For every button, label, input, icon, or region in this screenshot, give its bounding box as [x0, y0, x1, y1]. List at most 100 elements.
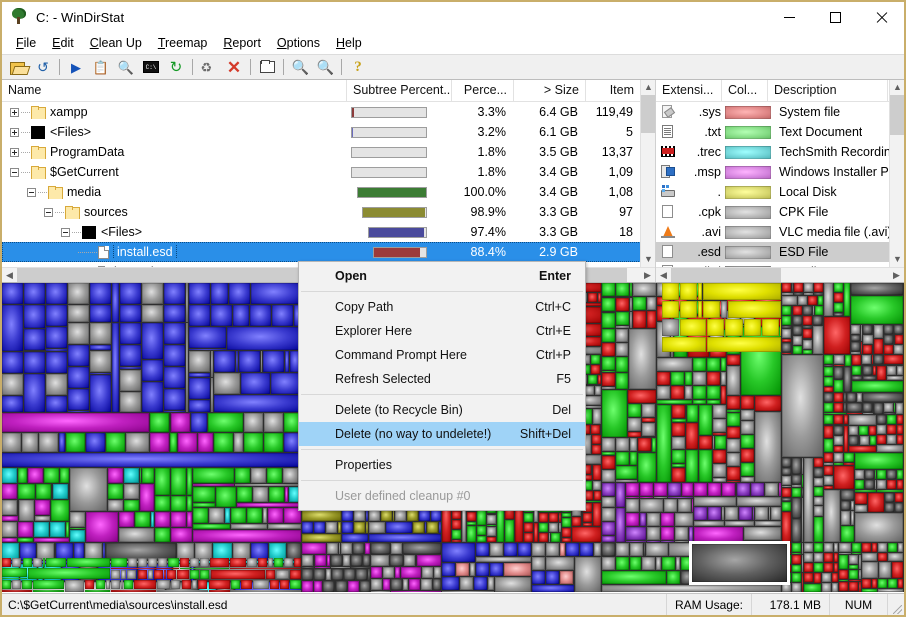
treemap-block[interactable]: [895, 335, 903, 344]
treemap-block[interactable]: [124, 484, 139, 499]
treemap-block[interactable]: [433, 579, 441, 590]
treemap-block[interactable]: [657, 358, 692, 371]
treemap-block[interactable]: [189, 349, 226, 350]
treemap-block[interactable]: [86, 512, 118, 542]
treemap-block[interactable]: [616, 543, 629, 556]
treemap-block[interactable]: [602, 483, 615, 496]
treemap-block[interactable]: [2, 352, 23, 373]
treemap-block[interactable]: [193, 508, 208, 523]
treemap-block[interactable]: [844, 393, 846, 402]
treemap-block[interactable]: [844, 367, 851, 392]
treemap-block[interactable]: [897, 415, 903, 424]
treemap-block[interactable]: [283, 468, 298, 483]
treemap-block[interactable]: [862, 355, 871, 364]
treemap-block[interactable]: [369, 534, 441, 542]
treemap-block[interactable]: [737, 497, 781, 506]
treemap-block[interactable]: [727, 355, 740, 365]
treemap-block[interactable]: [264, 433, 283, 452]
treemap-block[interactable]: [782, 343, 791, 352]
treemap-block[interactable]: [782, 488, 791, 497]
treemap-block[interactable]: [680, 283, 697, 300]
treemap-block[interactable]: [602, 452, 615, 455]
treemap-block[interactable]: [371, 591, 390, 592]
treemap-block[interactable]: [90, 373, 111, 374]
treemap-block[interactable]: [602, 390, 627, 437]
treemap-block[interactable]: [593, 465, 601, 480]
treemap-block[interactable]: [794, 283, 803, 292]
menu-file[interactable]: File: [8, 34, 44, 52]
treemap-block[interactable]: [782, 476, 791, 485]
treemap-block[interactable]: [667, 571, 680, 584]
treemap-block[interactable]: [119, 512, 134, 527]
treemap-block[interactable]: [583, 523, 592, 526]
treemap-block[interactable]: [360, 581, 370, 592]
treemap-block[interactable]: [193, 487, 215, 502]
treemap-block[interactable]: [672, 419, 686, 422]
tree-vertical-scrollbar[interactable]: ▲ ▼: [640, 80, 655, 267]
treemap-block[interactable]: [824, 463, 833, 465]
treemap-block[interactable]: [647, 297, 656, 310]
treemap-block[interactable]: [290, 580, 301, 589]
treemap-block[interactable]: [703, 283, 781, 300]
treemap-block[interactable]: [524, 533, 533, 542]
treemap-block[interactable]: [847, 403, 862, 412]
treemap-block[interactable]: [898, 543, 903, 552]
treemap-block[interactable]: [211, 283, 228, 304]
treemap-block[interactable]: [602, 329, 615, 342]
treemap-block[interactable]: [872, 579, 877, 588]
treemap-block[interactable]: [792, 573, 801, 582]
treemap-block[interactable]: [452, 520, 461, 529]
treemap-block[interactable]: [727, 439, 740, 452]
treemap-block[interactable]: [832, 583, 838, 592]
treemap-block[interactable]: [562, 538, 571, 542]
extension-row[interactable]: .trecTechSmith Recording: [656, 142, 904, 162]
treemap-block[interactable]: [403, 579, 408, 590]
treemap-block[interactable]: [353, 543, 364, 554]
treemap-block[interactable]: [834, 446, 843, 452]
treemap-block[interactable]: [18, 468, 27, 483]
treemap-block[interactable]: [682, 483, 693, 496]
treemap-block[interactable]: [490, 543, 503, 556]
treemap-block[interactable]: [135, 512, 150, 527]
treemap-block[interactable]: [524, 513, 533, 522]
treemap-block[interactable]: [354, 510, 365, 521]
treemap-block[interactable]: [431, 510, 441, 521]
treemap-block[interactable]: [371, 543, 390, 554]
treemap-block[interactable]: [841, 511, 850, 525]
treemap-block[interactable]: [792, 553, 801, 554]
treemap-block[interactable]: [834, 283, 843, 292]
treemap-block[interactable]: [251, 283, 301, 304]
treemap-block[interactable]: [824, 453, 833, 462]
treemap-block[interactable]: [839, 553, 851, 554]
tree-row[interactable]: ProgramData1.8%3.5 GB13,37: [2, 142, 655, 162]
treemap-block[interactable]: [878, 543, 887, 552]
treemap-block[interactable]: [727, 410, 740, 412]
treemap-block[interactable]: [844, 463, 854, 465]
treemap-block[interactable]: [792, 565, 801, 572]
treemap-block[interactable]: [575, 557, 601, 592]
treemap-block[interactable]: [877, 366, 886, 380]
treemap-block[interactable]: [2, 568, 27, 577]
treemap-block[interactable]: [336, 581, 347, 592]
treemap-block[interactable]: [852, 543, 861, 552]
treemap-block[interactable]: [588, 375, 597, 384]
treemap-block[interactable]: [887, 470, 896, 479]
close-button[interactable]: [858, 2, 904, 32]
ext-scroll-down-icon[interactable]: ▼: [890, 252, 904, 267]
treemap-block[interactable]: [86, 433, 105, 452]
treemap-block[interactable]: [476, 563, 489, 576]
treemap-block[interactable]: [834, 303, 843, 312]
expand-icon[interactable]: [10, 148, 19, 157]
treemap-block[interactable]: [793, 326, 802, 335]
treemap-block[interactable]: [686, 423, 698, 449]
treemap-block[interactable]: [155, 496, 170, 511]
treemap-block[interactable]: [178, 433, 197, 452]
treemap-block[interactable]: [68, 411, 89, 412]
treemap-block[interactable]: [884, 335, 893, 344]
treemap-block[interactable]: [851, 325, 860, 334]
treemap-block[interactable]: [803, 340, 812, 349]
treemap-block[interactable]: [140, 468, 141, 483]
treemap-block[interactable]: [693, 386, 706, 399]
treemap-block[interactable]: [18, 522, 33, 537]
treemap-block[interactable]: [190, 570, 199, 579]
